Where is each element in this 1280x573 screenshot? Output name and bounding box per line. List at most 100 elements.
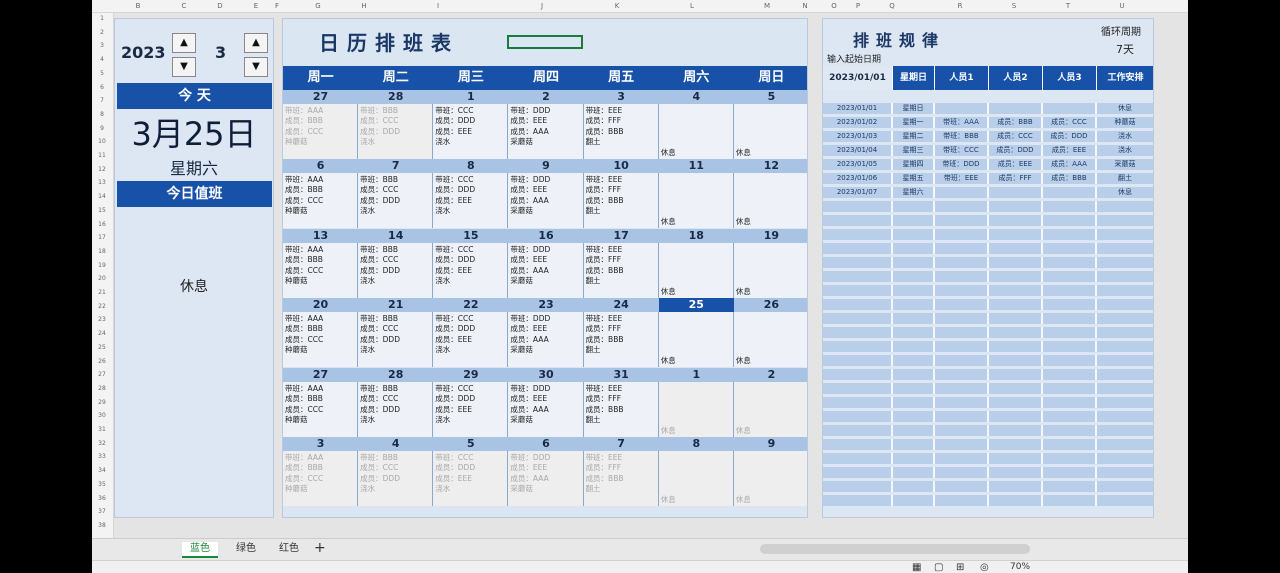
rules-cell[interactable] [893,257,935,268]
rules-cell[interactable] [1097,467,1153,478]
rules-cell[interactable] [935,327,989,338]
day-number[interactable]: 8 [433,159,508,173]
row-number[interactable]: 28 [92,385,112,392]
rules-cell[interactable] [1043,439,1097,450]
rules-cell[interactable] [823,383,893,394]
rules-cell[interactable] [893,313,935,324]
row-number[interactable]: 13 [92,179,112,186]
rules-cell[interactable] [1097,215,1153,226]
rules-cell[interactable] [989,285,1043,296]
day-cell[interactable]: 带班：BBB 成员：CCC 成员：DDD 浇水 [358,382,434,437]
rules-cell[interactable] [989,439,1043,450]
rules-cell[interactable] [823,243,893,254]
rules-cell[interactable] [1043,327,1097,338]
row-number[interactable]: 29 [92,399,112,406]
rules-cell[interactable]: 带班：AAA [935,117,989,128]
rules-cell[interactable] [823,229,893,240]
rules-cell[interactable] [935,397,989,408]
rules-cell[interactable] [989,271,1043,282]
column-letter[interactable]: O [831,2,837,10]
rules-cell[interactable] [1097,495,1153,506]
rules-cell[interactable] [893,201,935,212]
rules-cell[interactable] [1043,103,1097,114]
rules-cell[interactable]: 2023/01/06 [823,173,893,184]
day-cell[interactable]: 休息 [658,382,734,437]
rules-cell[interactable]: 2023/01/01 [823,103,893,114]
rules-cell[interactable] [823,327,893,338]
sheet-tab-red[interactable]: 红色 [271,542,307,556]
rules-cell[interactable] [823,439,893,450]
row-number[interactable]: 32 [92,440,112,447]
rules-row[interactable] [823,299,1153,310]
rules-cell[interactable]: 星期一 [893,117,935,128]
day-number[interactable]: 28 [358,368,433,382]
rules-row[interactable]: 2023/01/06 星期五 带班：EEE 成员：FFF 成员：BBB 翻土 [823,173,1153,184]
day-cell[interactable]: 休息 [658,104,734,159]
rules-cell[interactable] [893,397,935,408]
row-number[interactable]: 33 [92,453,112,460]
rules-cell[interactable] [935,215,989,226]
rules-cell[interactable] [935,271,989,282]
row-number[interactable]: 15 [92,207,112,214]
rules-cell[interactable] [989,229,1043,240]
rules-cell[interactable] [823,425,893,436]
column-letter[interactable]: E [254,2,258,10]
day-number[interactable]: 13 [283,229,358,243]
rules-row[interactable] [823,439,1153,450]
rules-row[interactable]: 2023/01/04 星期三 带班：CCC 成员：DDD 成员：EEE 浇水 [823,145,1153,156]
day-number[interactable]: 17 [584,229,659,243]
rules-cell[interactable] [823,495,893,506]
rules-cell[interactable] [935,257,989,268]
row-number[interactable]: 22 [92,303,112,310]
rules-cell[interactable] [935,285,989,296]
row-number[interactable]: 1 [92,15,112,22]
rules-cell[interactable] [1043,299,1097,310]
rules-cell[interactable]: 成员：EEE [1043,145,1097,156]
page-break-icon[interactable]: ⊞ [956,562,964,573]
day-number[interactable]: 20 [283,298,358,312]
rules-cell[interactable] [1043,243,1097,254]
rules-cell[interactable] [1043,355,1097,366]
rules-cell[interactable] [893,229,935,240]
day-number[interactable]: 1 [433,90,508,104]
rules-cell[interactable] [893,285,935,296]
day-number[interactable]: 3 [584,90,659,104]
day-number[interactable]: 14 [358,229,433,243]
row-number[interactable]: 4 [92,56,112,63]
day-cell[interactable]: 带班：EEE 成员：FFF 成员：BBB 翻土 [583,173,659,228]
row-number[interactable]: 9 [92,125,112,132]
rules-cell[interactable] [989,355,1043,366]
rules-cell[interactable]: 翻土 [1097,173,1153,184]
rules-cell[interactable] [823,299,893,310]
rules-cell[interactable]: 浇水 [1097,145,1153,156]
day-number[interactable]: 5 [734,90,807,104]
rules-row[interactable] [823,355,1153,366]
rules-cell[interactable] [1097,341,1153,352]
rules-cell[interactable]: 2023/01/07 [823,187,893,198]
day-number[interactable]: 2 [508,90,583,104]
day-cell[interactable]: 带班：EEE 成员：FFF 成员：BBB 翻土 [583,312,659,367]
rules-row[interactable]: 2023/01/01 星期日 休息 [823,103,1153,114]
rules-cell[interactable] [989,467,1043,478]
rules-cell[interactable] [1043,411,1097,422]
column-letter[interactable]: F [275,2,279,10]
rules-cell[interactable] [989,257,1043,268]
rules-cell[interactable] [823,215,893,226]
rules-row[interactable] [823,215,1153,226]
day-cell[interactable]: 带班：EEE 成员：FFF 成员：BBB 翻土 [583,104,659,159]
day-number[interactable]: 31 [584,368,659,382]
day-cell[interactable]: 带班：CCC 成员：DDD 成员：EEE 浇水 [433,451,509,506]
row-number[interactable]: 2 [92,29,112,36]
year-down-button[interactable]: ▼ [172,57,196,77]
rules-row[interactable] [823,411,1153,422]
row-number[interactable]: 11 [92,152,112,159]
rules-row[interactable] [823,243,1153,254]
rules-cell[interactable]: 成员：CCC [1043,117,1097,128]
day-cell[interactable]: 带班：CCC 成员：DDD 成员：EEE 浇水 [433,243,509,298]
rules-cell[interactable] [823,285,893,296]
rules-row[interactable] [823,453,1153,464]
rules-cell[interactable]: 成员：CCC [989,131,1043,142]
day-cell[interactable]: 带班：BBB 成员：CCC 成员：DDD 浇水 [358,451,434,506]
day-cell[interactable]: 带班：BBB 成员：CCC 成员：DDD 浇水 [358,243,434,298]
rules-cell[interactable] [893,341,935,352]
